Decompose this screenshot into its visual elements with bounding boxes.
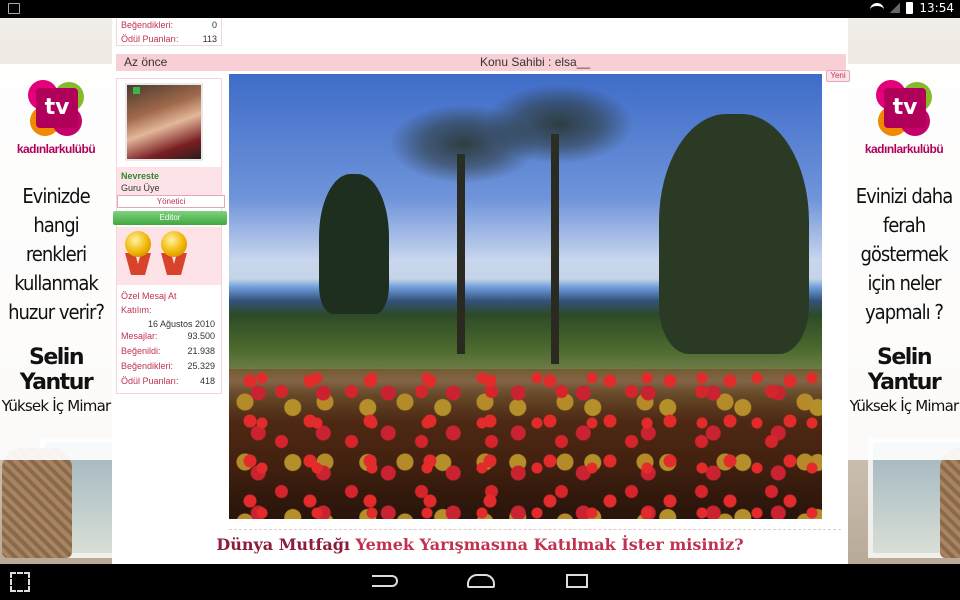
ad-banner-right[interactable]: tv kadınlarkulübü Evinizi daha ferah gös… [848, 64, 960, 460]
stat-label: Mesajlar: [121, 331, 158, 341]
brand-name: kadınlarkulübü [864, 142, 944, 156]
new-badge: Yeni [826, 70, 850, 82]
thread-owner[interactable]: Konu Sahibi : elsa__ [480, 54, 590, 71]
role-badge-admin: Yönetici [117, 195, 225, 208]
stat-value: 0 [211, 20, 217, 30]
tree-shape [659, 114, 809, 354]
user-name[interactable]: Nevreste [121, 171, 159, 181]
stat-label: Beğendikleri: [121, 20, 174, 30]
online-status-icon [133, 87, 140, 94]
navigation-bar [0, 564, 960, 600]
headline-part1[interactable]: Dünya Mutfağı [216, 535, 350, 554]
avatar[interactable] [125, 83, 203, 161]
palm-trunk [551, 134, 559, 364]
ad-expert-role: Yüksek İç Mimar [849, 397, 959, 415]
ad-question: Evinizde hangi renkleri kullanmak huzur … [8, 184, 105, 324]
clock: 13:54 [919, 1, 954, 15]
stat-row: Ödül Puanları: 113 [117, 32, 221, 46]
stat-value: 418 [199, 376, 215, 386]
stat-row: Beğenildi: 21.938 [117, 346, 221, 361]
stat-label: Ödül Puanları: [121, 376, 179, 386]
divider [229, 529, 841, 530]
stat-value: 93.500 [187, 331, 215, 341]
palm-trunk [457, 154, 465, 354]
join-date: 16 Ağustos 2010 [147, 319, 215, 329]
chair-image [940, 448, 960, 558]
stat-label: Ödül Puanları: [121, 34, 179, 44]
medal-icon [123, 231, 153, 277]
status-icons: 13:54 [870, 1, 954, 15]
wifi-icon [870, 3, 885, 13]
status-bar: 13:54 [0, 0, 960, 18]
ad-expert-name: Selin Yantur [867, 345, 942, 395]
web-page[interactable]: tv kadınlarkulübü Evinizde hangi renkler… [0, 18, 960, 564]
headline-part2[interactable]: Yemek Yarışmasına Katılmak İster misiniz… [356, 535, 744, 554]
back-icon[interactable] [372, 575, 398, 587]
user-stats: Mesajlar: 93.500 Beğenildi: 21.938 Beğen… [117, 331, 221, 391]
join-label: Katılım: [121, 305, 152, 315]
ad-banner-left[interactable]: tv kadınlarkulübü Evinizde hangi renkler… [0, 64, 112, 460]
tv-logo-icon: tv [874, 78, 934, 138]
post-time: Az önce [124, 55, 168, 69]
stat-value: 21.938 [187, 346, 215, 356]
recent-apps-icon[interactable] [566, 574, 588, 588]
tree-shape [319, 174, 389, 314]
stat-row: Ödül Puanları: 418 [117, 376, 221, 391]
stat-value: 113 [202, 34, 217, 44]
screenshot-icon[interactable] [10, 572, 30, 592]
stat-label: Beğendikleri: [121, 361, 174, 371]
battery-icon [906, 2, 914, 14]
forum-content: Beğendikleri: 0 Ödül Puanları: 113 Az ön… [112, 18, 850, 564]
brand-name: kadınlarkulübü [16, 142, 96, 156]
ad-question: Evinizi daha ferah göstermek için neler … [855, 184, 953, 324]
user-title: Guru Üye [121, 183, 160, 193]
post-header: Az önce Konu Sahibi : elsa__ [116, 54, 846, 71]
promo-headline[interactable]: Dünya Mutfağı Yemek Yarışmasına Katılmak… [112, 535, 848, 554]
stat-value: 25.329 [187, 361, 215, 371]
ad-expert-name: Selin Yantur [19, 345, 94, 395]
stat-row: Beğendikleri: 25.329 [117, 361, 221, 376]
tv-logo-icon: tv [26, 78, 86, 138]
flower-bed [229, 369, 822, 519]
private-message-link[interactable]: Özel Mesaj At [121, 291, 177, 301]
stat-row: Beğendikleri: 0 [117, 18, 221, 32]
ad-expert-role: Yüksek İç Mimar [1, 397, 111, 415]
signal-icon [890, 3, 901, 13]
previous-user-stats: Beğendikleri: 0 Ödül Puanları: 113 [116, 18, 222, 46]
home-icon[interactable] [467, 574, 495, 588]
stat-label: Beğenildi: [121, 346, 161, 356]
role-badge-editor: Editor [113, 211, 227, 225]
post-photo[interactable] [229, 74, 822, 519]
palm-crown [484, 84, 634, 164]
medal-icon [159, 231, 189, 277]
user-info-box: Nevreste Guru Üye Yönetici Editor Özel M… [113, 78, 227, 394]
image-icon [8, 3, 20, 14]
medals [117, 227, 221, 285]
stat-row: Mesajlar: 93.500 [117, 331, 221, 346]
chair-image [2, 448, 72, 558]
